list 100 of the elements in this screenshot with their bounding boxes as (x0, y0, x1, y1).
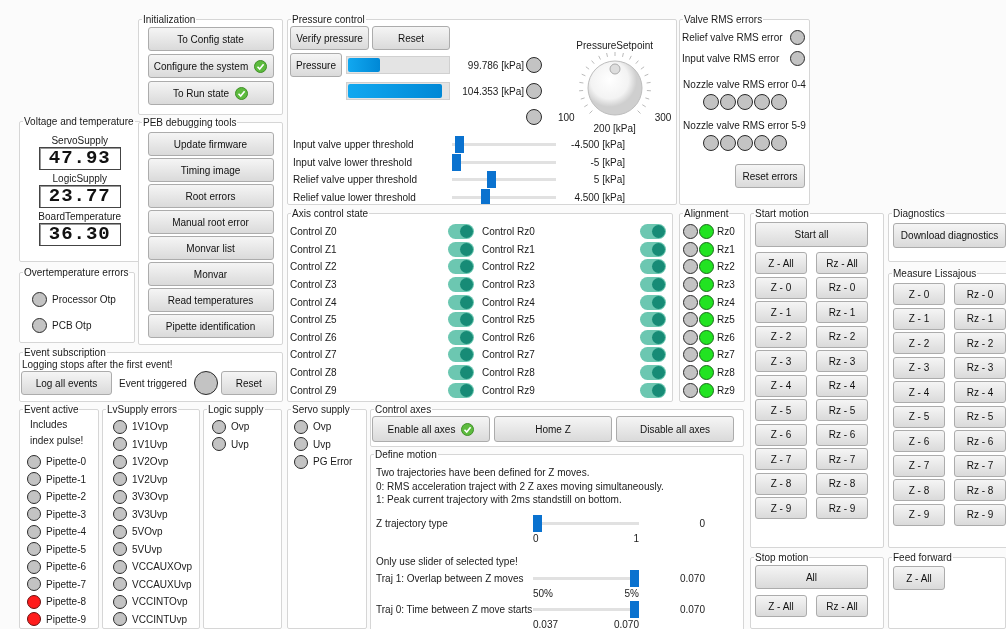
verify-button[interactable]: Verify pressure (290, 26, 369, 50)
axis-button[interactable]: Rz - All (816, 595, 868, 617)
group-title: Alignment (683, 209, 730, 219)
toggle-switch[interactable] (640, 365, 666, 381)
toggle-switch[interactable] (448, 259, 474, 275)
slider-label: Z trajectory type (376, 517, 449, 529)
toggle-switch[interactable] (448, 241, 474, 257)
action-button[interactable]: Monvar list (147, 236, 274, 260)
pressure-button[interactable]: Pressure (290, 53, 342, 77)
indicator-label: Uvp (230, 438, 249, 450)
action-button[interactable]: To Config state (147, 27, 274, 51)
toggle-switch[interactable] (640, 347, 666, 363)
axis-button[interactable]: Rz - 9 (954, 503, 1006, 526)
axis-button[interactable]: Rz - 3 (954, 356, 1006, 379)
stop-all-button[interactable]: All (755, 565, 868, 589)
start-all-button[interactable]: Start all (755, 222, 868, 247)
action-button[interactable]: Monvar (147, 262, 274, 286)
axis-button[interactable]: Z - 1 (893, 307, 945, 330)
action-button[interactable]: Configure the system (147, 54, 274, 78)
axis-button[interactable]: Rz - All (816, 252, 868, 274)
toggle-switch[interactable] (640, 259, 666, 275)
axis-button[interactable]: Rz - 7 (816, 448, 868, 470)
toggle-switch[interactable] (448, 277, 474, 293)
axis-button[interactable]: Rz - 6 (816, 423, 868, 446)
slider-thumb[interactable] (487, 171, 497, 189)
action-button[interactable]: Home Z (494, 416, 612, 442)
axis-button[interactable]: Z - 0 (893, 283, 945, 305)
action-button[interactable]: To Run state (147, 81, 274, 105)
axis-button[interactable]: Z - 4 (893, 381, 945, 403)
axis-button[interactable]: Rz - 6 (954, 430, 1006, 452)
action-button[interactable]: Read temperatures (147, 288, 274, 312)
toggle-switch[interactable] (448, 347, 474, 363)
action-button[interactable]: Pipette identification (147, 314, 274, 338)
action-button[interactable]: Timing image (147, 158, 274, 182)
toggle-switch[interactable] (448, 382, 474, 398)
action-button[interactable]: Manual root error (147, 210, 274, 234)
toggle-switch[interactable] (640, 329, 666, 345)
axis-button[interactable]: Z - 8 (755, 472, 807, 495)
axis-button[interactable]: Rz - 1 (816, 301, 868, 323)
reset-button[interactable]: Reset (220, 371, 277, 395)
download-button[interactable]: Download diagnostics (893, 223, 1006, 248)
axis-button[interactable]: Z - 8 (893, 479, 945, 501)
toggle-switch[interactable] (640, 224, 666, 240)
toggle-switch[interactable] (448, 294, 474, 310)
axis-button[interactable]: Z - 3 (893, 356, 945, 379)
slider-thumb[interactable] (630, 569, 639, 587)
axis-label: Control Z2 (290, 261, 337, 273)
toggle-switch[interactable] (448, 329, 474, 345)
axis-button[interactable]: Rz - 9 (816, 497, 868, 519)
toggle-switch[interactable] (640, 382, 666, 398)
axis-button[interactable]: Z - 7 (893, 454, 945, 477)
axis-button[interactable]: Rz - 4 (954, 381, 1006, 403)
slider-thumb[interactable] (630, 600, 639, 618)
axis-label: Control Z6 (290, 331, 337, 343)
axis-button[interactable]: Z - 0 (755, 276, 807, 299)
axis-button[interactable]: Rz - 1 (954, 307, 1006, 330)
axis-button[interactable]: Rz - 8 (816, 472, 868, 495)
axis-button[interactable]: Rz - 8 (954, 479, 1006, 501)
action-button[interactable]: Update firmware (147, 132, 274, 156)
axis-button[interactable]: Rz - 5 (816, 399, 868, 421)
toggle-switch[interactable] (640, 277, 666, 293)
feed-forward-button[interactable]: Z - All (893, 566, 945, 590)
axis-button[interactable]: Z - 2 (755, 325, 807, 348)
toggle-switch[interactable] (448, 224, 474, 240)
toggle-switch[interactable] (640, 241, 666, 257)
reset-errors-button[interactable]: Reset errors (735, 164, 805, 188)
action-button[interactable]: Disable all axes (616, 416, 734, 442)
reset-button[interactable]: Reset (372, 26, 450, 50)
axis-button[interactable]: Rz - 2 (816, 325, 868, 348)
axis-button[interactable]: Rz - 0 (816, 276, 868, 299)
axis-button[interactable]: Rz - 2 (954, 332, 1006, 354)
axis-button[interactable]: Z - 6 (893, 430, 945, 452)
toggle-switch[interactable] (640, 312, 666, 328)
toggle-switch[interactable] (448, 312, 474, 328)
log-button[interactable]: Log all events (21, 371, 112, 395)
axis-button[interactable]: Z - 3 (755, 350, 807, 372)
slider-thumb[interactable] (452, 153, 461, 171)
axis-button[interactable]: Rz - 3 (816, 350, 868, 372)
axis-button[interactable]: Z - 9 (755, 497, 807, 519)
axis-button[interactable]: Rz - 4 (816, 374, 868, 397)
axis-button[interactable]: Z - 4 (755, 374, 807, 397)
axis-button[interactable]: Z - 6 (755, 423, 807, 446)
axis-button[interactable]: Rz - 7 (954, 454, 1006, 477)
axis-button[interactable]: Z - 7 (755, 448, 807, 470)
axis-button[interactable]: Z - 5 (893, 405, 945, 428)
slider-thumb[interactable] (481, 188, 491, 204)
axis-button[interactable]: Z - 9 (893, 503, 945, 526)
action-button[interactable]: Enable all axes (372, 416, 490, 442)
axis-button[interactable]: Rz - 0 (954, 283, 1006, 305)
axis-button[interactable]: Z - 5 (755, 399, 807, 421)
axis-button[interactable]: Z - 2 (893, 332, 945, 354)
action-button[interactable]: Root errors (147, 184, 274, 208)
axis-button[interactable]: Z - All (755, 252, 807, 274)
slider-thumb[interactable] (533, 514, 542, 532)
axis-button[interactable]: Z - 1 (755, 301, 807, 323)
axis-button[interactable]: Rz - 5 (954, 405, 1006, 428)
toggle-switch[interactable] (448, 365, 474, 381)
axis-button[interactable]: Z - All (755, 595, 807, 617)
toggle-switch[interactable] (640, 294, 666, 310)
slider-thumb[interactable] (454, 136, 464, 154)
